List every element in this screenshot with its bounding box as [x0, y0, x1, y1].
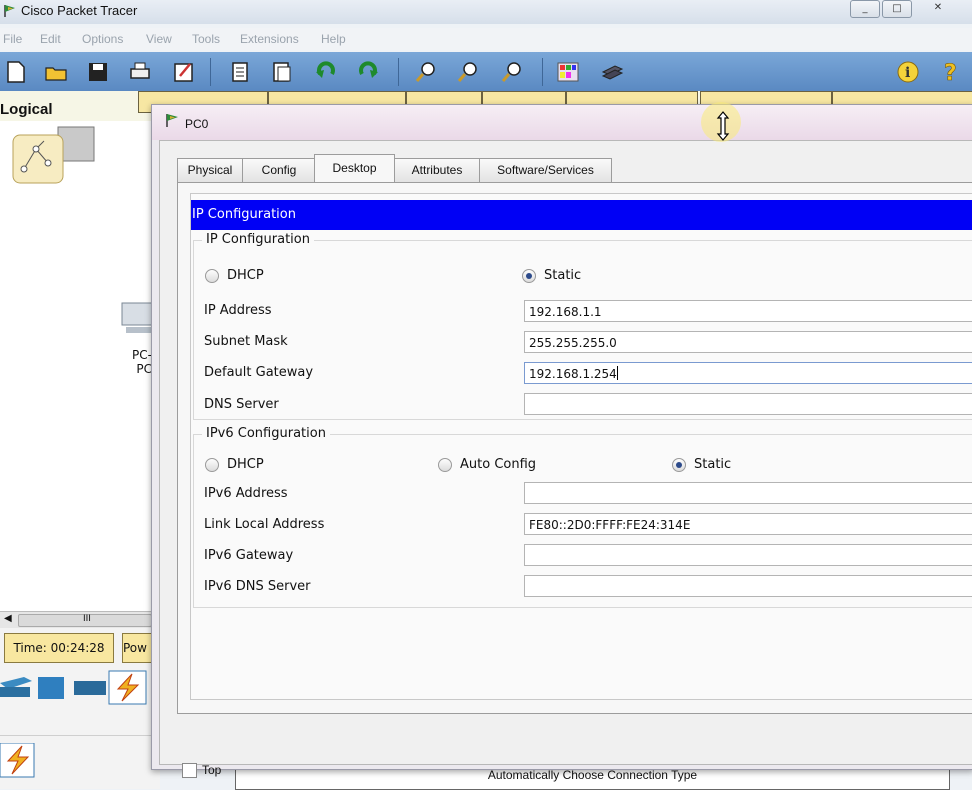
resize-cursor-icon	[716, 111, 730, 141]
top-checkbox[interactable]	[182, 763, 197, 778]
main-toolbar: i ?	[0, 52, 972, 91]
ipv6-group-title: IPv6 Configuration	[202, 426, 330, 441]
tab-software-services[interactable]: Software/Services	[479, 158, 612, 182]
top-checkbox-label[interactable]: Top	[202, 763, 221, 777]
ipv6-auto-config-label[interactable]: Auto Config	[460, 457, 536, 472]
ipv6-address-label: IPv6 Address	[204, 486, 288, 501]
zoom-in-icon[interactable]	[414, 60, 438, 84]
zoom-reset-icon[interactable]	[456, 60, 480, 84]
tab-attributes[interactable]: Attributes	[394, 158, 480, 182]
help-icon[interactable]: ?	[940, 60, 964, 84]
menu-tools[interactable]: Tools	[192, 32, 220, 46]
open-icon[interactable]	[44, 60, 68, 84]
dns-server-input[interactable]	[524, 393, 972, 415]
ipv4-static-radio[interactable]	[522, 269, 536, 283]
desktop-tab-panel: IP Configuration IP Configuration DHCP S…	[177, 182, 972, 714]
ipv6-dhcp-radio[interactable]	[205, 458, 219, 472]
custom-device-icon[interactable]	[600, 60, 624, 84]
ipv4-dhcp-radio[interactable]	[205, 269, 219, 283]
ipv6-gateway-label: IPv6 Gateway	[204, 548, 294, 563]
maximize-button[interactable]: □	[882, 0, 912, 18]
zoom-out-icon[interactable]	[500, 60, 524, 84]
scrollbar-thumb[interactable]: III	[18, 614, 152, 627]
time-display: Time: 00:24:28	[4, 633, 114, 663]
ipv6-dns-server-label: IPv6 DNS Server	[204, 579, 311, 594]
subnet-mask-label: Subnet Mask	[204, 334, 288, 349]
paste-icon[interactable]	[270, 60, 294, 84]
device-type-icons	[0, 670, 147, 705]
svg-text:?: ?	[944, 61, 957, 84]
scroll-left-icon[interactable]: ◀	[4, 613, 12, 624]
packet-tracer-logo-icon	[4, 5, 15, 17]
ip-address-label: IP Address	[204, 303, 272, 318]
horizontal-scrollbar[interactable]: ◀ III	[0, 611, 152, 628]
ipv6-gateway-input[interactable]	[524, 544, 972, 566]
menu-help[interactable]: Help	[321, 32, 346, 46]
pc-device-icon[interactable]	[118, 301, 152, 335]
link-local-address-field[interactable]: FE80::2D0:FFFF:FE24:314E	[524, 513, 972, 535]
bottom-panel: ◀ III Time: 00:24:28 Pow	[0, 611, 160, 789]
ipv6-auto-config-radio[interactable]	[438, 458, 452, 472]
dialog-title-bar[interactable]: PC0	[152, 105, 972, 140]
copy-icon[interactable]	[228, 60, 252, 84]
ipv6-static-label[interactable]: Static	[694, 457, 731, 472]
power-cycle-button[interactable]: Pow	[122, 633, 154, 663]
close-button[interactable]: ✕	[914, 0, 962, 16]
svg-text:i: i	[905, 65, 910, 81]
default-gateway-input[interactable]: 192.168.1.254	[524, 362, 972, 384]
ipv6-dhcp-label[interactable]: DHCP	[227, 457, 264, 472]
minimize-button[interactable]: _	[850, 0, 880, 18]
cluster-icon[interactable]	[12, 125, 98, 185]
app-title: Cisco Packet Tracer	[21, 3, 138, 18]
dialog-title: PC0	[185, 117, 209, 131]
activity-wizard-icon[interactable]	[172, 60, 196, 84]
menu-view[interactable]: View	[146, 32, 172, 46]
tab-desktop[interactable]: Desktop	[314, 154, 395, 183]
menu-file[interactable]: File	[3, 32, 22, 46]
ipv6-dns-server-input[interactable]	[524, 575, 972, 597]
ipv6-group: IPv6 Configuration DHCP Auto Config Stat…	[193, 426, 972, 608]
tab-config[interactable]: Config	[242, 158, 316, 182]
ipv4-group-title: IP Configuration	[202, 232, 314, 247]
ip-address-input[interactable]: 192.168.1.1	[524, 300, 972, 322]
logical-mode-label[interactable]: Logical	[0, 101, 53, 118]
logical-workspace[interactable]: PC- PC	[0, 121, 152, 611]
default-gateway-label: Default Gateway	[204, 365, 314, 380]
info-icon[interactable]: i	[896, 60, 920, 84]
default-gateway-value: 192.168.1.254	[529, 367, 617, 381]
menu-extensions[interactable]: Extensions	[240, 32, 299, 46]
text-cursor	[616, 366, 618, 380]
app-title-bar: Cisco Packet Tracer _ □ ✕	[0, 0, 972, 24]
link-local-address-label: Link Local Address	[204, 517, 325, 532]
pc-device-label: PC- PC	[132, 348, 152, 376]
scrollbar-grip: III	[83, 614, 91, 624]
new-icon[interactable]	[4, 60, 28, 84]
menu-bar: File Edit Options View Tools Extensions …	[0, 28, 972, 50]
ipv4-group: IP Configuration DHCP Static IP Address …	[193, 232, 972, 420]
menu-edit[interactable]: Edit	[40, 32, 61, 46]
print-icon[interactable]	[128, 60, 152, 84]
dns-server-label: DNS Server	[204, 397, 279, 412]
ip-configuration-window: IP Configuration IP Configuration DHCP S…	[190, 193, 972, 700]
ipv6-address-input[interactable]	[524, 482, 972, 504]
save-icon[interactable]	[86, 60, 110, 84]
packet-tracer-logo-icon	[166, 114, 178, 127]
palette-icon[interactable]	[556, 60, 580, 84]
menu-options[interactable]: Options	[82, 32, 123, 46]
undo-icon[interactable]	[314, 60, 338, 84]
ipv4-static-label[interactable]: Static	[544, 268, 581, 283]
connection-lightning-icon[interactable]	[0, 743, 36, 779]
ipv6-static-radio[interactable]	[672, 458, 686, 472]
redo-icon[interactable]	[356, 60, 380, 84]
subnet-mask-input[interactable]: 255.255.255.0	[524, 331, 972, 353]
ipv4-dhcp-label[interactable]: DHCP	[227, 268, 264, 283]
tab-physical[interactable]: Physical	[177, 158, 243, 182]
pc0-dialog: PC0 Physical Config Desktop Attributes S…	[151, 104, 972, 778]
dialog-content: Physical Config Desktop Attributes Softw…	[159, 140, 972, 778]
ip-configuration-header: IP Configuration	[191, 200, 972, 230]
